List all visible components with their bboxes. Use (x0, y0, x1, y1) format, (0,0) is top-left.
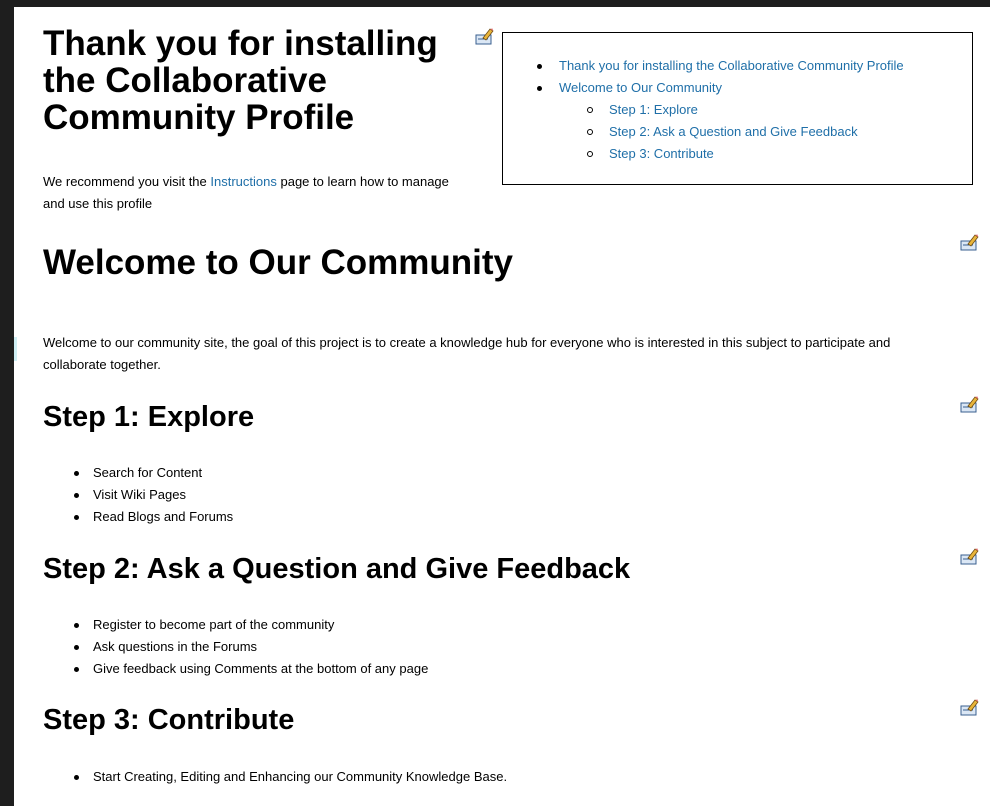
intro-text-start: We recommend you visit the (43, 174, 211, 189)
list-item: Read Blogs and Forums (71, 506, 233, 528)
list-item: Give feedback using Comments at the bott… (71, 658, 428, 680)
step-1-heading: Step 1: Explore (43, 401, 255, 433)
step-2-list: Register to become part of the community… (71, 614, 428, 680)
list-item: Register to become part of the community (71, 614, 428, 636)
list-item: Start Creating, Editing and Enhancing ou… (71, 766, 507, 788)
list-item: Search for Content (71, 462, 233, 484)
step-2-heading: Step 2: Ask a Question and Give Feedback (43, 553, 631, 585)
toc-item: Thank you for installing the Collaborati… (537, 55, 904, 77)
edit-section-icon[interactable] (475, 27, 494, 45)
step-1-list: Search for Content Visit Wiki Pages Read… (71, 462, 233, 528)
edit-section-icon[interactable] (960, 395, 979, 413)
table-of-contents: Thank you for installing the Collaborati… (502, 32, 973, 185)
edit-section-icon[interactable] (960, 698, 979, 716)
edit-section-icon[interactable] (960, 547, 979, 565)
toc-link-welcome[interactable]: Welcome to Our Community (559, 80, 722, 95)
content-page: Thank you for installing the Collaborati… (14, 7, 990, 806)
toc-item: Welcome to Our Community Step 1: Explore… (537, 77, 904, 165)
instructions-link[interactable]: Instructions (210, 174, 276, 189)
welcome-text: Welcome to our community site, the goal … (43, 335, 891, 372)
intro-text: We recommend you visit the Instructions … (43, 171, 473, 215)
page-title: Thank you for installing the Collaborati… (43, 24, 438, 137)
welcome-heading: Welcome to Our Community (43, 243, 513, 282)
selection-marker (14, 337, 17, 361)
toc-item: Step 1: Explore (587, 99, 904, 121)
toc-link-thank-you[interactable]: Thank you for installing the Collaborati… (559, 58, 904, 73)
toc-item: Step 2: Ask a Question and Give Feedback (587, 121, 904, 143)
list-item: Ask questions in the Forums (71, 636, 428, 658)
list-item: Visit Wiki Pages (71, 484, 233, 506)
toc-item: Step 3: Contribute (587, 143, 904, 165)
toc-link-step-3[interactable]: Step 3: Contribute (609, 146, 714, 161)
toc-link-step-1[interactable]: Step 1: Explore (609, 102, 698, 117)
edit-section-icon[interactable] (960, 233, 979, 251)
step-3-heading: Step 3: Contribute (43, 704, 295, 736)
step-3-list: Start Creating, Editing and Enhancing ou… (71, 766, 507, 788)
toc-link-step-2[interactable]: Step 2: Ask a Question and Give Feedback (609, 124, 858, 139)
toc-list: Thank you for installing the Collaborati… (537, 55, 904, 165)
toc-sublist: Step 1: Explore Step 2: Ask a Question a… (587, 99, 904, 165)
